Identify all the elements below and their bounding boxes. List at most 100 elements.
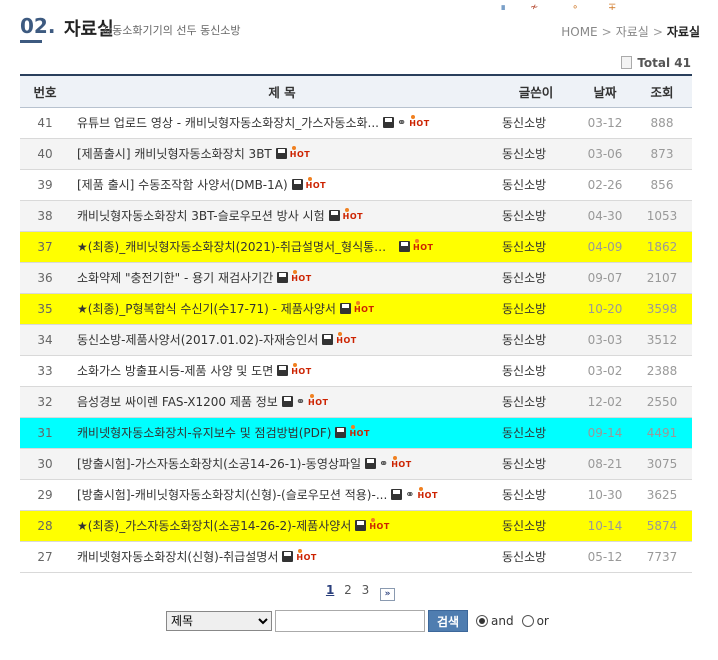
table-header-row: 번호 제 목 글쓴이 날짜 조회: [20, 74, 692, 108]
table-row[interactable]: 27 캐비넷형자동소화장치(신형)-취급설명서 HOT 동신소방 05-12 7737: [20, 541, 692, 573]
row-title-cell: ★(최종)_캐비닛형자동소화장치(2021)-취급설명서_형식통합... HOT: [70, 231, 494, 263]
post-title-link[interactable]: 동신소방-제품사양서(2017.01.02)-자재승인서: [77, 331, 318, 348]
radio-or-label: or: [536, 614, 549, 628]
row-title-cell: [방출시험]-가스자동소화장치(소공14-26-1)-동영상파일 ⚭ HOT: [70, 448, 494, 480]
decorative-graphic: ∎ ≁ ∘ ∓: [500, 2, 617, 13]
table-row[interactable]: 32 음성경보 싸이렌 FAS-X1200 제품 정보 ⚭ HOT 동신소방 12-02 2…: [20, 386, 692, 418]
row-title-cell: 소화약제 "충전기한" - 용기 재검사기간 HOT: [70, 262, 494, 294]
file-attachment-icon: [399, 241, 410, 252]
column-header-views: 조회: [632, 74, 692, 108]
table-row[interactable]: 37 ★(최종)_캐비닛형자동소화장치(2021)-취급설명서_형식통합... HO…: [20, 231, 692, 263]
hot-badge-icon: HOT: [413, 239, 434, 252]
row-title-cell: 소화가스 방출표시등-제품 사양 및 도면 HOT: [70, 355, 494, 387]
post-title-link[interactable]: [방출시험]-캐비닛형자동소화장치(신형)-(슬로우모션 적용)-...: [77, 486, 387, 503]
row-number: 35: [20, 293, 70, 325]
row-number: 39: [20, 169, 70, 201]
row-views: 3598: [632, 293, 692, 325]
search-field-select[interactable]: 제목: [166, 611, 272, 631]
post-title-link[interactable]: 캐비닛형자동소화장치 3BT-슬로우모션 방사 시험: [77, 207, 325, 224]
row-number: 29: [20, 479, 70, 511]
post-title-link[interactable]: [제품 출시] 수동조작함 사양서(DMB-1A): [77, 176, 288, 193]
row-views: 7737: [632, 541, 692, 573]
row-author: 동신소방: [494, 107, 578, 139]
row-views: 2107: [632, 262, 692, 294]
file-attachment-icon: [383, 117, 394, 128]
post-title-link[interactable]: ★(최종)_캐비닛형자동소화장치(2021)-취급설명서_형식통합...: [77, 238, 395, 255]
table-row[interactable]: 30 [방출시험]-가스자동소화장치(소공14-26-1)-동영상파일 ⚭ HOT 동신…: [20, 448, 692, 480]
row-title-cell: ★(최종)_P형복합식 수신기(수17-71) - 제품사양서 HOT: [70, 293, 494, 325]
table-row[interactable]: 29 [방출시험]-캐비닛형자동소화장치(신형)-(슬로우모션 적용)-... ⚭ H…: [20, 479, 692, 511]
post-title-link[interactable]: 음성경보 싸이렌 FAS-X1200 제품 정보: [77, 393, 278, 410]
post-title-link[interactable]: 캐비넷형자동소화장치(신형)-취급설명서: [77, 548, 278, 565]
table-row[interactable]: 36 소화약제 "충전기한" - 용기 재검사기간 HOT 동신소방 09-07 2107: [20, 262, 692, 294]
post-title-link[interactable]: ★(최종)_가스자동소화장치(소공14-26-2)-제품사양서: [77, 517, 351, 534]
row-views: 4491: [632, 417, 692, 449]
table-row[interactable]: 38 캐비닛형자동소화장치 3BT-슬로우모션 방사 시험 HOT 동신소방 04-30…: [20, 200, 692, 232]
search-input[interactable]: [275, 610, 425, 632]
table-row[interactable]: 40 [제품출시] 캐비닛형자동소화장치 3BT HOT 동신소방 03-06 873: [20, 138, 692, 170]
table-row[interactable]: 35 ★(최종)_P형복합식 수신기(수17-71) - 제품사양서 HOT 동신소방…: [20, 293, 692, 325]
row-views: 2550: [632, 386, 692, 418]
row-date: 10-20: [578, 293, 632, 325]
row-views: 1862: [632, 231, 692, 263]
post-title-link[interactable]: [제품출시] 캐비닛형자동소화장치 3BT: [77, 145, 272, 162]
hot-badge-icon: HOT: [308, 394, 329, 407]
post-title-link[interactable]: 소화약제 "충전기한" - 용기 재검사기간: [77, 269, 273, 286]
row-author: 동신소방: [494, 510, 578, 542]
post-title-link[interactable]: 소화가스 방출표시등-제품 사양 및 도면: [77, 362, 273, 379]
file-attachment-icon: [281, 396, 293, 407]
row-views: 856: [632, 169, 692, 201]
page-link-1[interactable]: 1: [326, 583, 334, 597]
row-date: 04-30: [578, 200, 632, 232]
breadcrumb-section[interactable]: 자료실: [616, 25, 649, 39]
row-date: 10-30: [578, 479, 632, 511]
post-title-link[interactable]: 캐비넷형자동소화장치-유지보수 및 점검방법(PDF): [77, 424, 331, 441]
pagination: 1 2 3 »: [0, 583, 718, 601]
link-icon: ⚭: [378, 457, 389, 470]
hot-badge-icon: HOT: [336, 332, 357, 345]
next-page-icon[interactable]: »: [380, 588, 396, 601]
file-attachment-icon: [282, 551, 294, 562]
search-button[interactable]: 검색: [428, 610, 468, 632]
file-attachment-icon: [291, 179, 303, 190]
radio-and-label: and: [491, 614, 514, 628]
breadcrumb-home[interactable]: HOME: [561, 25, 597, 39]
row-author: 동신소방: [494, 355, 578, 387]
row-title-cell: 캐비닛형자동소화장치 3BT-슬로우모션 방사 시험 HOT: [70, 200, 494, 232]
row-views: 3512: [632, 324, 692, 356]
hot-badge-icon: HOT: [417, 487, 438, 500]
table-row[interactable]: 28 ★(최종)_가스자동소화장치(소공14-26-2)-제품사양서 HOT 동신소방…: [20, 510, 692, 542]
post-title-link[interactable]: 유튜브 업로드 영상 - 캐비닛형자동소화장치_가스자동소화...: [77, 114, 379, 131]
radio-and[interactable]: [476, 615, 488, 627]
row-date: 09-07: [578, 262, 632, 294]
row-author: 동신소방: [494, 169, 578, 201]
page-link-3[interactable]: 3: [362, 583, 370, 597]
page-link-2[interactable]: 2: [344, 583, 352, 597]
row-date: 10-14: [578, 510, 632, 542]
row-views: 873: [632, 138, 692, 170]
row-title-cell: 캐비넷형자동소화장치-유지보수 및 점검방법(PDF) HOT: [70, 417, 494, 449]
row-author: 동신소방: [494, 200, 578, 232]
file-attachment-icon: [335, 427, 347, 438]
hot-badge-icon: HOT: [305, 177, 327, 190]
row-number: 40: [20, 138, 70, 170]
table-row[interactable]: 39 [제품 출시] 수동조작함 사양서(DMB-1A) HOT 동신소방 02-26 8…: [20, 169, 692, 201]
row-author: 동신소방: [494, 448, 578, 480]
row-date: 02-26: [578, 169, 632, 201]
table-row[interactable]: 33 소화가스 방출표시등-제품 사양 및 도면 HOT 동신소방 03-02 2388: [20, 355, 692, 387]
post-title-link[interactable]: [방출시험]-가스자동소화장치(소공14-26-1)-동영상파일: [77, 455, 361, 472]
row-title-cell: [방출시험]-캐비닛형자동소화장치(신형)-(슬로우모션 적용)-... ⚭ HOT: [70, 479, 494, 511]
radio-or[interactable]: [521, 615, 534, 627]
row-views: 888: [632, 107, 692, 139]
hot-badge-icon: HOT: [291, 363, 312, 376]
search-bar: 제목 검색 and or: [166, 610, 549, 632]
table-row[interactable]: 34 동신소방-제품사양서(2017.01.02)-자재승인서 HOT 동신소방 03-…: [20, 324, 692, 356]
table-row[interactable]: 31 캐비넷형자동소화장치-유지보수 및 점검방법(PDF) HOT 동신소방 09-1…: [20, 417, 692, 449]
row-views: 5874: [632, 510, 692, 542]
row-views: 3625: [632, 479, 692, 511]
row-title-cell: [제품출시] 캐비닛형자동소화장치 3BT HOT: [70, 138, 494, 170]
row-title-cell: ★(최종)_가스자동소화장치(소공14-26-2)-제품사양서 HOT: [70, 510, 494, 542]
table-row[interactable]: 41 유튜브 업로드 영상 - 캐비닛형자동소화장치_가스자동소화... ⚭ HOT 동…: [20, 107, 692, 139]
post-title-link[interactable]: ★(최종)_P형복합식 수신기(수17-71) - 제품사양서: [77, 300, 336, 317]
row-number: 31: [20, 417, 70, 449]
